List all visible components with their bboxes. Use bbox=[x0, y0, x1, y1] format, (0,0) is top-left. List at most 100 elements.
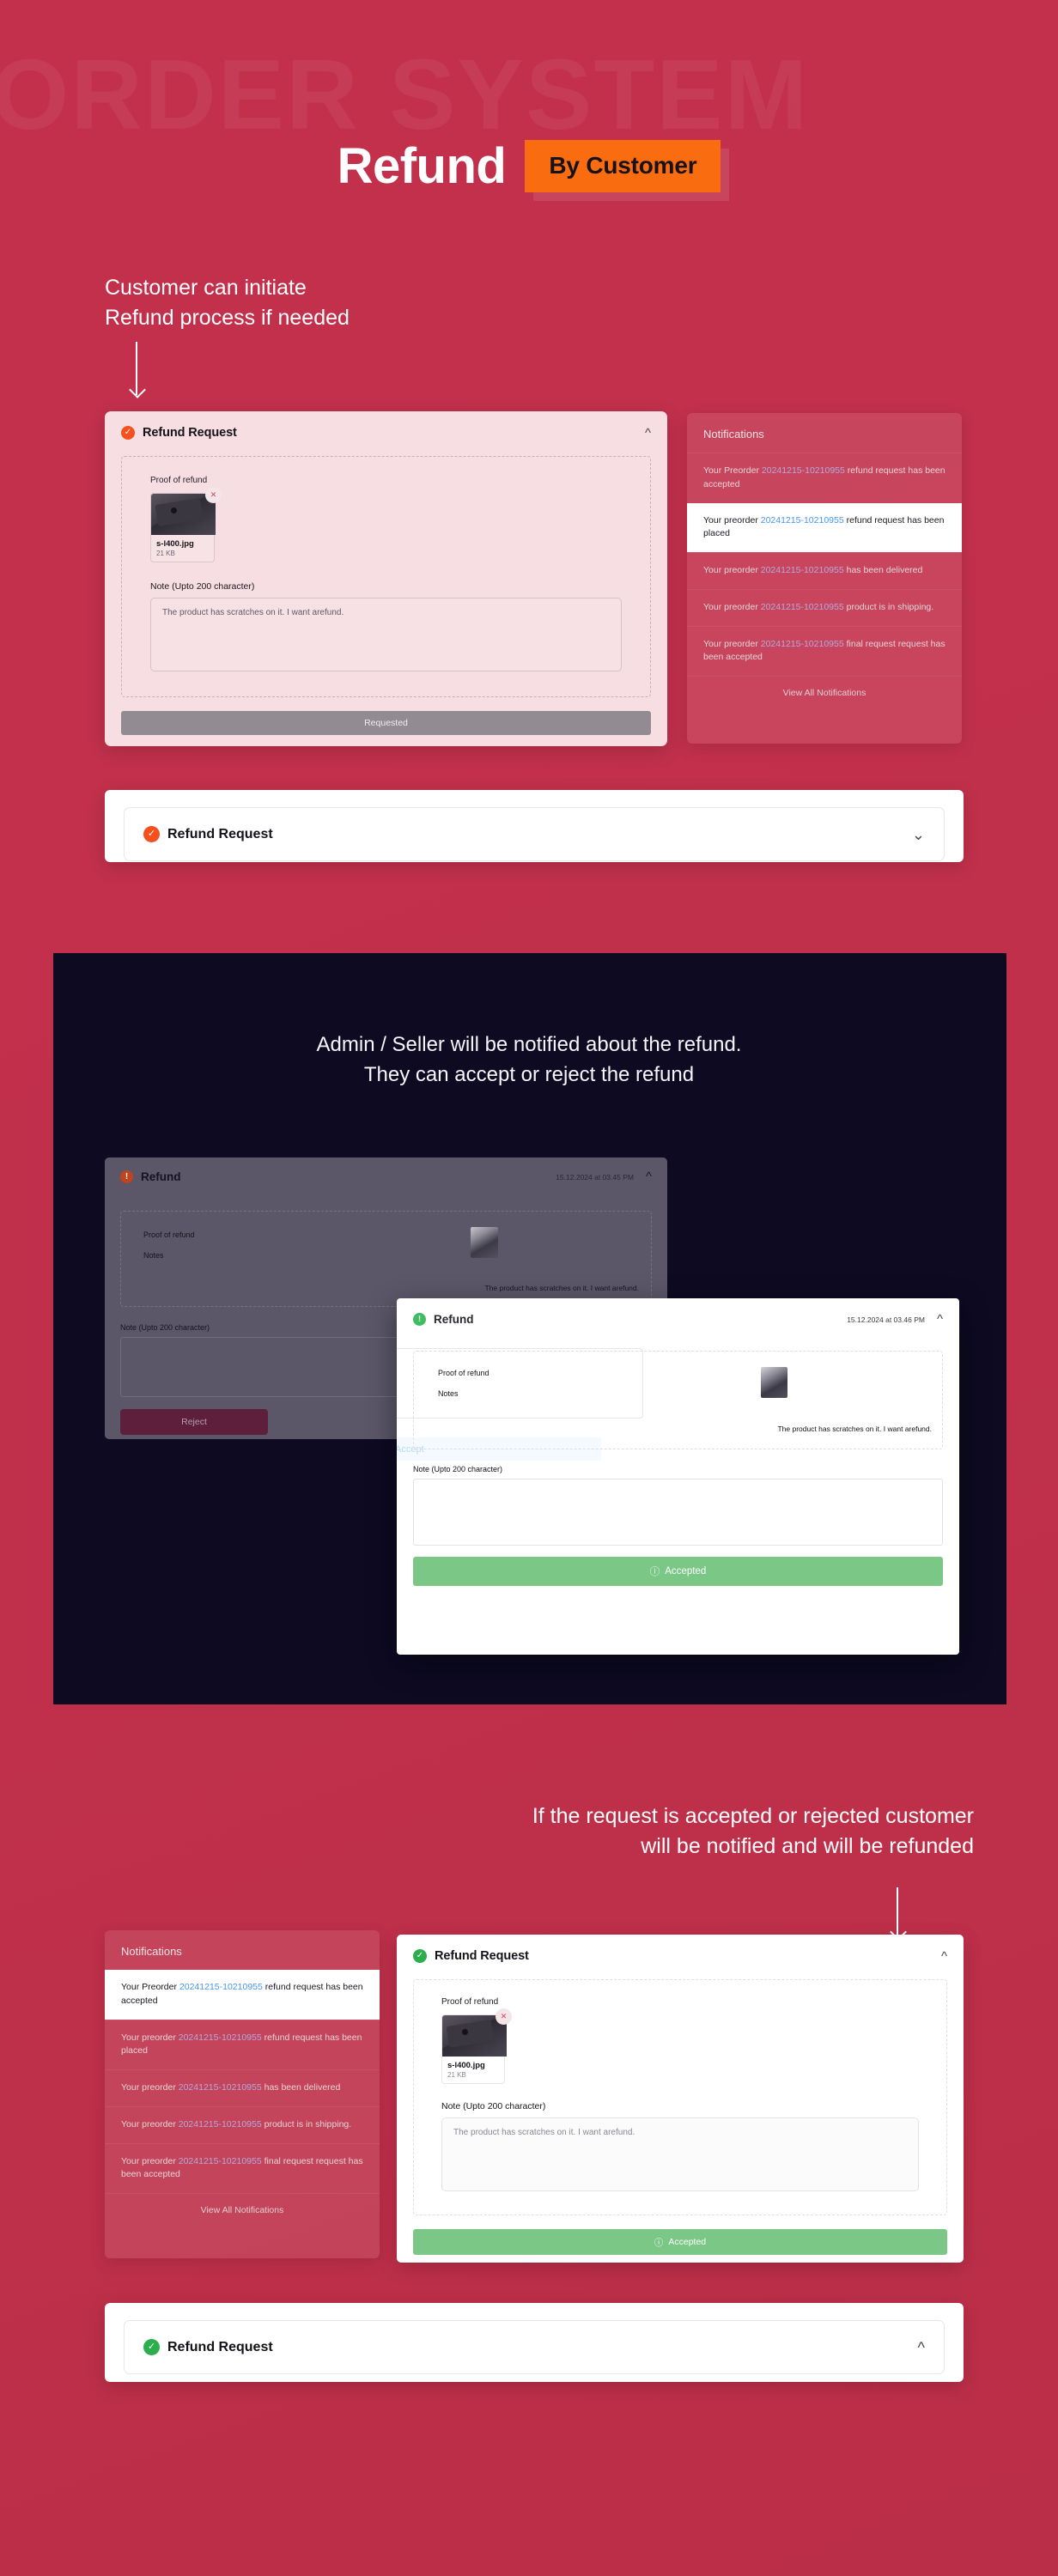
accepted-card-title: Refund Request bbox=[435, 1949, 529, 1963]
notification-order-id: 20241215-10210955 bbox=[178, 2032, 262, 2043]
notification-item[interactable]: Your preorder 20241215-10210955 product … bbox=[105, 2105, 380, 2143]
chevron-up-icon[interactable]: ^ bbox=[941, 1950, 947, 1963]
proof-section: Proof of refund ✕ s-l400.jpg 21 KB Note … bbox=[121, 456, 651, 697]
notifications-title-2: Notifications bbox=[121, 1945, 182, 1958]
notification-suffix: product is in shipping. bbox=[843, 601, 934, 612]
front-note-label: Note (Upto 200 character) bbox=[413, 1465, 503, 1473]
notification-item[interactable]: Your preorder 20241215-10210955 has been… bbox=[105, 2069, 380, 2106]
admin-card-header[interactable]: ! Refund 15.12.2024 at 03.45 PM ^ bbox=[120, 1170, 652, 1183]
notification-item[interactable]: Your preorder 20241215-10210955 product … bbox=[687, 588, 962, 626]
notification-prefix: Your preorder bbox=[703, 601, 761, 612]
view-all-notifications-link[interactable]: View All Notifications bbox=[687, 676, 962, 711]
notification-item[interactable]: Your preorder 20241215-10210955 final re… bbox=[687, 625, 962, 677]
notification-suffix: has been delivered bbox=[843, 565, 923, 575]
collapsed-title-2: Refund Request bbox=[167, 2339, 273, 2354]
notification-order-id: 20241215-10210955 bbox=[760, 601, 844, 612]
notification-order-id: 20241215-10210955 bbox=[178, 2118, 262, 2129]
front-card-header[interactable]: ! Refund 15.12.2024 at 03.46 PM ^ bbox=[413, 1313, 943, 1326]
file-size: 21 KB bbox=[156, 550, 175, 557]
admin-notes-label: Notes bbox=[143, 1251, 164, 1260]
notification-prefix: Your Preorder bbox=[121, 1982, 179, 1992]
front-note-input[interactable] bbox=[413, 1479, 943, 1546]
notifications-list-1: Your Preorder 20241215-10210955 refund r… bbox=[687, 453, 962, 676]
page-title: Refund bbox=[337, 138, 507, 194]
check-circle-outline-icon: ⓘ bbox=[649, 1567, 660, 1577]
front-header-left: ! Refund bbox=[413, 1313, 474, 1326]
admin-header-right: 15.12.2024 at 03.45 PM ^ bbox=[556, 1170, 652, 1183]
file-attachment-chip[interactable]: ✕ s-l400.jpg 21 KB bbox=[150, 487, 222, 562]
admin-proof-section: Proof of refund Notes The product has sc… bbox=[120, 1211, 652, 1307]
chevron-down-icon[interactable]: ⌄ bbox=[912, 827, 925, 842]
notification-prefix: Your preorder bbox=[703, 514, 761, 526]
check-circle-outline-icon: ⓘ bbox=[654, 2237, 664, 2248]
notification-item[interactable]: Your Preorder 20241215-10210955 refund r… bbox=[687, 453, 962, 503]
caption-step-1: Customer can initiate Refund process if … bbox=[105, 276, 350, 330]
file-name: s-l400.jpg bbox=[447, 2061, 485, 2070]
accepted-note-input[interactable]: The product has scratches on it. I want … bbox=[441, 2117, 919, 2191]
check-circle-orange-icon: ✓ bbox=[143, 826, 160, 842]
notification-order-id: 20241215-10210955 bbox=[760, 565, 844, 575]
notification-prefix: Your preorder bbox=[121, 2082, 179, 2093]
notification-item[interactable]: Your preorder 20241215-10210955 refund r… bbox=[687, 502, 962, 552]
accepted-proof-section: Proof of refund ✕ s-l400.jpg 21 KB Note … bbox=[413, 1979, 947, 2215]
admin-header-left: ! Refund bbox=[120, 1170, 181, 1183]
accepted-header-left: ✓ Refund Request bbox=[413, 1949, 529, 1963]
notification-prefix: Your preorder bbox=[121, 2032, 179, 2043]
caption-step-3-line-1: If the request is accepted or rejected c… bbox=[532, 1804, 974, 1828]
notification-item[interactable]: Your preorder 20241215-10210955 has been… bbox=[687, 552, 962, 589]
view-all-notifications-link-2[interactable]: View All Notifications bbox=[105, 2193, 380, 2228]
file-thumbnail-image bbox=[151, 494, 216, 535]
close-x-icon[interactable]: ✕ bbox=[496, 2008, 512, 2025]
notifications-title: Notifications bbox=[703, 428, 764, 440]
collapsed-inner-1[interactable]: ✓ Refund Request ⌄ bbox=[124, 807, 945, 861]
arrow-down-icon-1 bbox=[136, 342, 137, 395]
notification-order-id: 20241215-10210955 bbox=[178, 2155, 262, 2166]
chevron-up-icon[interactable]: ^ bbox=[645, 427, 651, 440]
notifications-panel-1: Notifications Your Preorder 20241215-102… bbox=[687, 413, 962, 744]
notification-prefix: Your preorder bbox=[121, 2118, 179, 2129]
close-x-icon[interactable]: ✕ bbox=[205, 487, 222, 503]
notification-item[interactable]: Your Preorder 20241215-10210955 refund r… bbox=[105, 1970, 380, 2020]
note-input[interactable]: The product has scratches on it. I want … bbox=[150, 598, 622, 671]
notification-order-id: 20241215-10210955 bbox=[760, 514, 844, 526]
chevron-up-icon[interactable]: ^ bbox=[937, 1313, 943, 1326]
admin-proof-thumbnail bbox=[471, 1227, 498, 1258]
front-notes-label: Notes bbox=[438, 1389, 459, 1398]
note-label: Note (Upto 200 character) bbox=[150, 581, 255, 592]
refund-request-card-customer[interactable]: ✓ Refund Request ^ Proof of refund ✕ s-l… bbox=[105, 411, 667, 746]
notification-order-id: 20241215-10210955 bbox=[760, 638, 844, 649]
page-title-row: Refund By Customer bbox=[0, 137, 1058, 201]
notification-prefix: Your Preorder bbox=[703, 465, 762, 476]
info-circle-green-icon: ! bbox=[413, 1313, 426, 1326]
card-header[interactable]: ✓ Refund Request ^ bbox=[121, 426, 651, 440]
caption-step-2: Admin / Seller will be notified about th… bbox=[0, 1030, 1058, 1091]
chevron-up-icon[interactable]: ^ bbox=[646, 1170, 652, 1183]
caption-step-3-line-2: will be notified and will be refunded bbox=[641, 1833, 974, 1858]
accepted-status-button[interactable]: ⓘ Accepted bbox=[413, 2229, 947, 2255]
front-note-text: The product has scratches on it. I want … bbox=[777, 1425, 932, 1433]
collapsed-inner-2[interactable]: ✓ Refund Request ^ bbox=[124, 2320, 945, 2374]
check-circle-orange-icon: ✓ bbox=[121, 426, 135, 440]
notification-prefix: Your preorder bbox=[703, 565, 761, 575]
notification-item[interactable]: Your preorder 20241215-10210955 final re… bbox=[105, 2142, 380, 2194]
accepted-note-label: Note (Upto 200 character) bbox=[441, 2101, 546, 2111]
collapsed-refund-card-1[interactable]: ✓ Refund Request ⌄ bbox=[105, 790, 964, 862]
notification-suffix: has been delivered bbox=[261, 2082, 341, 2093]
admin-refund-card-accepted[interactable]: Accept ! Refund 15.12.2024 at 03.46 PM ^… bbox=[397, 1298, 959, 1655]
front-proof-thumbnail bbox=[761, 1367, 787, 1398]
card-title: Refund Request bbox=[143, 426, 237, 440]
notification-prefix: Your preorder bbox=[703, 638, 761, 649]
reject-button[interactable]: Reject bbox=[120, 1409, 268, 1435]
refund-request-card-accepted[interactable]: ✓ Refund Request ^ Proof of refund ✕ s-l… bbox=[397, 1935, 964, 2263]
collapsed-refund-card-2[interactable]: ✓ Refund Request ^ bbox=[105, 2303, 964, 2382]
accepted-button[interactable]: ⓘ Accepted bbox=[413, 1557, 943, 1586]
notification-item[interactable]: Your preorder 20241215-10210955 refund r… bbox=[105, 2019, 380, 2070]
accepted-button-label: Accepted bbox=[665, 1566, 707, 1577]
accepted-card-header[interactable]: ✓ Refund Request ^ bbox=[413, 1949, 947, 1963]
admin-note-text: The product has scratches on it. I want … bbox=[484, 1284, 639, 1292]
front-header-right: 15.12.2024 at 03.46 PM ^ bbox=[847, 1313, 943, 1326]
chevron-up-icon[interactable]: ^ bbox=[918, 2340, 925, 2355]
requested-button[interactable]: Requested bbox=[121, 711, 651, 735]
file-size: 21 KB bbox=[447, 2071, 466, 2079]
file-attachment-chip[interactable]: ✕ s-l400.jpg 21 KB bbox=[441, 2008, 512, 2084]
